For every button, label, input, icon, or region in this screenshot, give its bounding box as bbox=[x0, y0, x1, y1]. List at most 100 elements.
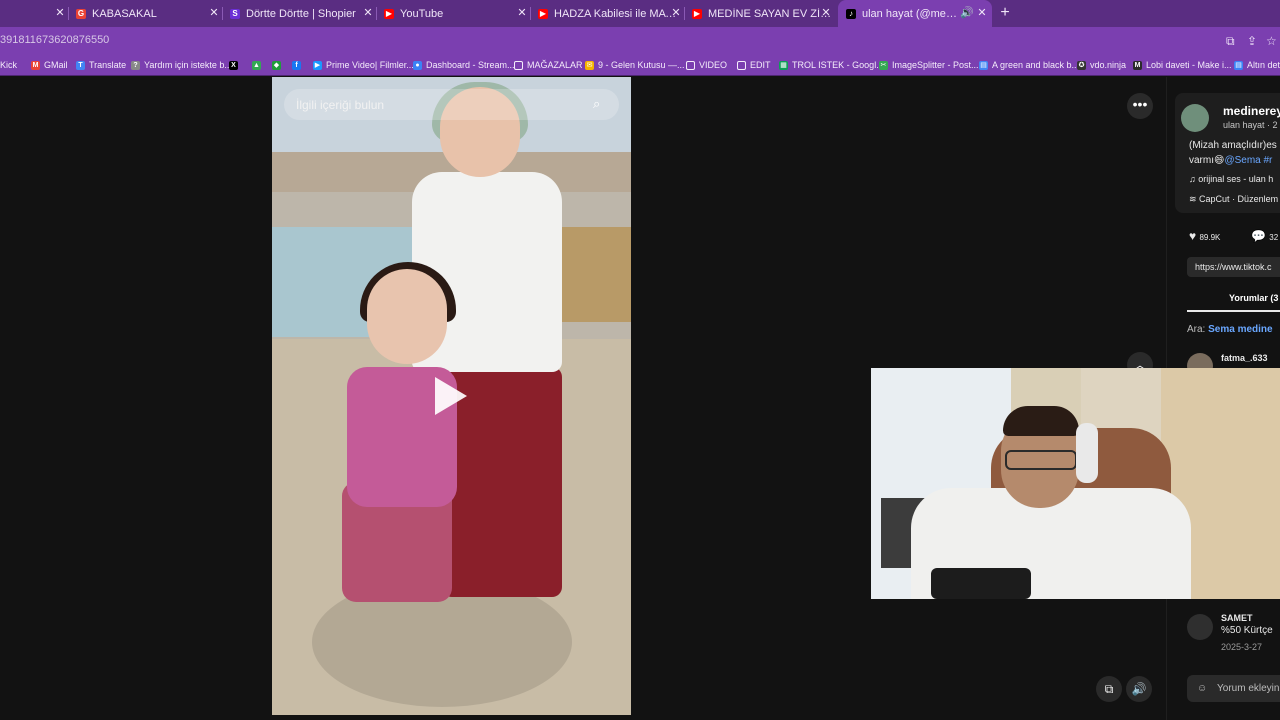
bookmark-label: EDIT bbox=[750, 60, 771, 70]
close-icon[interactable]: ✕ bbox=[976, 7, 988, 19]
tab-tiktok-active[interactable]: ♪ ulan hayat (@medinereyis) 🔊 ✕ bbox=[838, 0, 992, 27]
star-icon[interactable]: ☆ bbox=[1266, 34, 1277, 48]
translate-icon[interactable]: ⧉ bbox=[1226, 34, 1235, 49]
capcut-icon: ≋ bbox=[1189, 194, 1200, 204]
play-icon[interactable] bbox=[435, 377, 467, 415]
search-placeholder: İlgili içeriği bulun bbox=[296, 97, 385, 112]
bookmark-prime[interactable]: ▶ Prime Video| Filmler... bbox=[313, 58, 414, 72]
webcam-frame bbox=[1005, 450, 1077, 470]
bookmark-trol[interactable]: ▦ TROL ISTEK - Googl... bbox=[779, 58, 884, 72]
tiktok-page: İlgili içeriği bulun ⌕ ••• ︿ ⧉ 🔊 mediner… bbox=[0, 77, 1280, 720]
video-link-field[interactable]: https://www.tiktok.c bbox=[1187, 257, 1280, 277]
volume-button[interactable]: 🔊 bbox=[1126, 676, 1152, 702]
doc-icon: ▤ bbox=[979, 60, 988, 70]
search-label: Ara: bbox=[1187, 324, 1206, 335]
bookmark-label: Kick bbox=[0, 60, 18, 70]
tab-divider bbox=[376, 7, 377, 20]
emoji-icon[interactable]: ☺ bbox=[1197, 675, 1207, 702]
bookmark-video[interactable]: VIDEO bbox=[686, 58, 727, 72]
bookmark-label: GMail bbox=[44, 60, 68, 70]
bookmark-translate[interactable]: T Translate bbox=[76, 58, 126, 72]
mail-icon: ✉ bbox=[585, 60, 594, 70]
add-comment-input[interactable]: ☺ Yorum ekleyin... bbox=[1187, 675, 1280, 702]
google-icon: G bbox=[76, 8, 86, 19]
bookmark-label: vdo.ninja bbox=[1090, 60, 1127, 70]
more-options-button[interactable]: ••• bbox=[1127, 93, 1153, 119]
gmail-icon: M bbox=[31, 60, 40, 70]
folder-icon bbox=[737, 60, 746, 70]
tab-strip: ✕ G KABASAKAL ✕ S Dörtte Dörtte | Shopie… bbox=[0, 0, 1280, 27]
tab-title: HADZA Kabilesi ile MAYMUN A bbox=[554, 7, 682, 20]
close-icon[interactable]: ✕ bbox=[208, 7, 220, 19]
search-icon[interactable]: ⌕ bbox=[593, 96, 609, 112]
add-comment-placeholder: Yorum ekleyin... bbox=[1217, 683, 1280, 694]
search-input[interactable]: İlgili içeriği bulun ⌕ bbox=[284, 89, 619, 120]
facebook-icon: f bbox=[292, 60, 301, 70]
bookmark-magazalar[interactable]: MAĞAZALAR bbox=[514, 58, 583, 72]
bookmark-kick[interactable]: Kick bbox=[0, 58, 17, 72]
tab-medine[interactable]: ▶ MEDİNE SAYAN EV ZİYARETİ - Y ✕ bbox=[692, 0, 832, 27]
share-icon[interactable]: ⇪ bbox=[1247, 34, 1257, 48]
mention-link[interactable]: @Sema #r bbox=[1224, 155, 1272, 166]
avatar[interactable] bbox=[1181, 104, 1209, 132]
bookmark-edit[interactable]: EDIT bbox=[737, 58, 771, 72]
pip-button[interactable]: ⧉ bbox=[1096, 676, 1122, 702]
tab-shopier[interactable]: S Dörtte Dörtte | Shopier ✕ bbox=[230, 0, 374, 27]
video-player[interactable]: İlgili içeriği bulun ⌕ bbox=[272, 77, 631, 715]
avatar[interactable] bbox=[1187, 614, 1213, 640]
close-icon[interactable]: ✕ bbox=[362, 7, 374, 19]
comment-button[interactable]: 💬 32 bbox=[1251, 229, 1278, 243]
tab-0[interactable]: ✕ bbox=[0, 0, 66, 27]
tab-youtube[interactable]: ▶ YouTube ✕ bbox=[384, 0, 528, 27]
close-icon[interactable]: ✕ bbox=[54, 7, 66, 19]
comment-username[interactable]: SAMET bbox=[1221, 613, 1253, 623]
bookmark-facebook[interactable]: f bbox=[292, 58, 305, 72]
tab-title: MEDİNE SAYAN EV ZİYARETİ - Y bbox=[708, 7, 832, 20]
tab-divider bbox=[684, 7, 685, 20]
bookmark-altin[interactable]: ▤ Altın deta bbox=[1234, 58, 1280, 72]
close-icon[interactable]: ✕ bbox=[820, 7, 832, 19]
capcut-row[interactable]: ≋ CapCut · Düzenlem bbox=[1189, 194, 1278, 205]
bookmark-drive[interactable]: ▲ bbox=[252, 58, 265, 72]
tab-hadza[interactable]: ▶ HADZA Kabilesi ile MAYMUN A ✕ bbox=[538, 0, 682, 27]
bookmark-vdoninja[interactable]: ✪ vdo.ninja bbox=[1077, 58, 1126, 72]
speaker-icon[interactable]: 🔊 bbox=[960, 7, 974, 19]
tab-kabasakal[interactable]: G KABASAKAL ✕ bbox=[76, 0, 220, 27]
comment-username[interactable]: fatma_.633 bbox=[1221, 353, 1268, 363]
tab-comments[interactable]: Yorumlar (3 bbox=[1229, 293, 1278, 303]
bookmark-imagesplitter[interactable]: ✂ ImageSplitter - Post... bbox=[879, 58, 979, 72]
url-text[interactable]: 391811673620876550 bbox=[0, 34, 109, 46]
bookmark-green[interactable]: ◆ bbox=[272, 58, 285, 72]
search-suggestion[interactable]: Ara: Sema medine bbox=[1187, 324, 1273, 335]
bookmark-lobi[interactable]: M Lobi daveti - Make i... bbox=[1133, 58, 1232, 72]
close-icon[interactable]: ✕ bbox=[670, 7, 682, 19]
help-icon: ? bbox=[131, 60, 140, 70]
comment-date: 2025-3-27 bbox=[1221, 642, 1263, 652]
music-row[interactable]: ♫ orijinal ses - ulan h bbox=[1189, 174, 1273, 184]
bookmark-inbox[interactable]: ✉ 9 - Gelen Kutusu —... bbox=[585, 58, 685, 72]
youtube-icon: ▶ bbox=[692, 8, 702, 19]
bookmark-gmail[interactable]: M GMail bbox=[31, 58, 68, 72]
bookmark-x[interactable]: X bbox=[229, 58, 242, 72]
browser-window: ✕ G KABASAKAL ✕ S Dörtte Dörtte | Shopie… bbox=[0, 0, 1280, 720]
bookmark-label: VIDEO bbox=[699, 60, 728, 70]
capcut-label: CapCut · Düzenlem bbox=[1199, 194, 1279, 204]
comment-icon: 💬 bbox=[1251, 229, 1270, 243]
close-icon[interactable]: ✕ bbox=[516, 7, 528, 19]
bookmark-label: MAĞAZALAR bbox=[527, 60, 583, 70]
bookmark-dashboard[interactable]: ● Dashboard - Stream... bbox=[413, 58, 515, 72]
heart-icon: ♥ bbox=[1189, 229, 1200, 243]
like-button[interactable]: ♥ 89.9K bbox=[1189, 229, 1220, 243]
bookmark-label: ImageSplitter - Post... bbox=[892, 60, 979, 70]
caption-line-1: (Mizah amaçlıdır)es bbox=[1189, 140, 1277, 151]
bookmark-green-black[interactable]: ▤ A green and black b... bbox=[979, 58, 1079, 72]
bookmark-label: TROL ISTEK - Googl... bbox=[792, 60, 884, 70]
bookmark-label: Translate bbox=[89, 60, 127, 70]
tab-title: Dörtte Dörtte | Shopier bbox=[246, 7, 356, 20]
bookmark-label: Yardım için istekte b... bbox=[144, 60, 232, 70]
folder-icon bbox=[686, 60, 695, 70]
bookmark-help[interactable]: ? Yardım için istekte b... bbox=[131, 58, 232, 72]
new-tab-button[interactable]: + bbox=[998, 5, 1012, 21]
music-icon: ♫ bbox=[1189, 174, 1199, 184]
author-username[interactable]: medinerey bbox=[1223, 104, 1280, 118]
